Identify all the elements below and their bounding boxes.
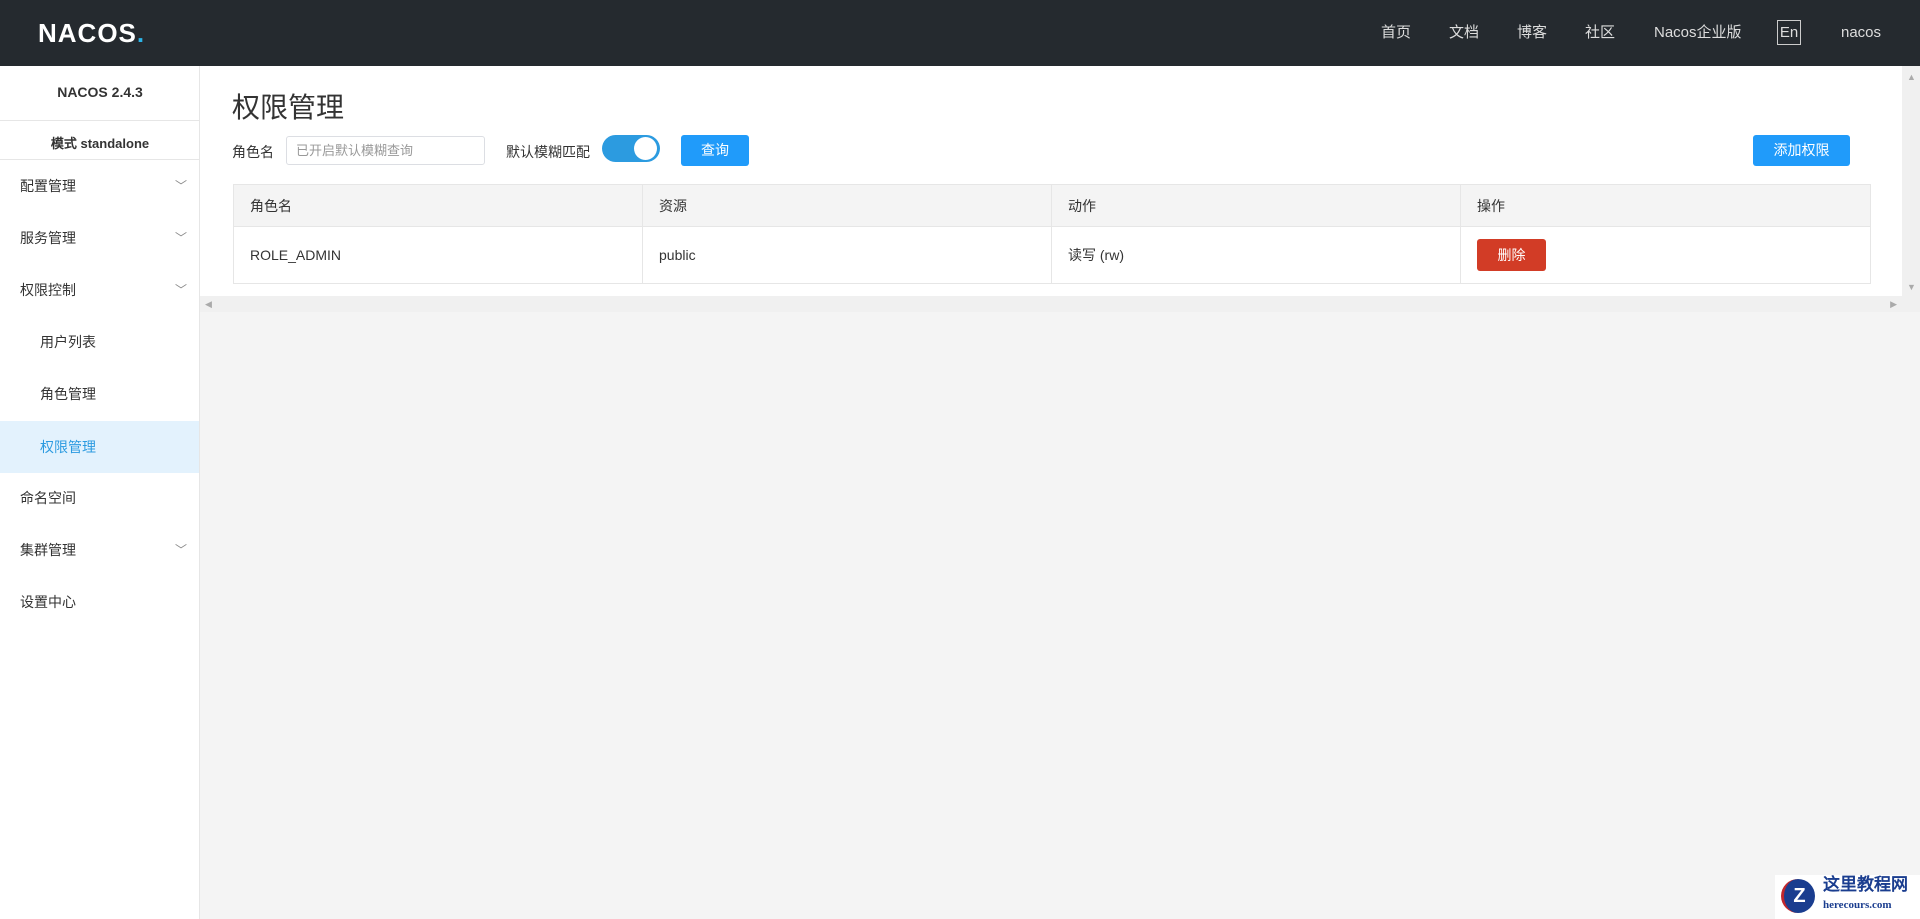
nav-docs[interactable]: 文档 (1449, 0, 1479, 66)
horizontal-scrollbar[interactable]: ◀ ▶ (200, 296, 1902, 312)
scroll-right-icon[interactable]: ▶ (1890, 299, 1897, 310)
fuzzy-match-toggle[interactable] (602, 135, 660, 162)
chevron-down-icon: ﹀ (174, 231, 187, 245)
query-button[interactable]: 查询 (681, 135, 749, 166)
chevron-down-icon: ﹀ (174, 179, 187, 193)
delete-button[interactable]: 删除 (1477, 239, 1546, 271)
chevron-down-icon: ﹀ (174, 283, 187, 297)
scroll-left-icon[interactable]: ◀ (205, 299, 212, 310)
fuzzy-match-label: 默认模糊匹配 (506, 144, 590, 160)
scroll-up-icon[interactable]: ▲ (1907, 72, 1916, 82)
top-header: NACOS. 首页 文档 博客 社区 Nacos企业版 En nacos (0, 0, 1920, 66)
language-toggle[interactable]: En (1777, 20, 1801, 45)
sidebar-item-service[interactable]: 服务管理 ﹀ (0, 212, 199, 264)
toggle-knob (634, 137, 657, 160)
watermark: Z 这里教程网 herecours.com (1775, 875, 1920, 919)
role-name-label: 角色名 (232, 144, 274, 160)
nav-community[interactable]: 社区 (1585, 0, 1615, 66)
sidebar-item-roles[interactable]: 角色管理 (0, 368, 199, 420)
page-title: 权限管理 (232, 92, 345, 123)
sidebar-item-settings[interactable]: 设置中心 (0, 576, 199, 628)
nav-blog[interactable]: 博客 (1517, 0, 1547, 66)
cell-action: 读写 (rw) (1051, 226, 1461, 284)
column-header-action: 动作 (1051, 184, 1461, 227)
version-label: NACOS 2.4.3 (57, 84, 143, 100)
permissions-table: 角色名 资源 动作 操作 ROLE_ADMIN public 读写 (rw) 删… (233, 184, 1871, 284)
nav-enterprise[interactable]: Nacos企业版 (1654, 0, 1742, 66)
nav-home[interactable]: 首页 (1381, 0, 1411, 66)
column-header-resource: 资源 (642, 184, 1052, 227)
table-header-row: 角色名 资源 动作 操作 (233, 184, 1871, 227)
sidebar-item-config[interactable]: 配置管理 ﹀ (0, 160, 199, 212)
sidebar: NACOS 2.4.3 模式 standalone 配置管理 ﹀ 服务管理 ﹀ 权限… (0, 66, 200, 919)
column-header-role: 角色名 (233, 184, 643, 227)
user-menu[interactable]: nacos (1841, 0, 1881, 66)
watermark-url: herecours.com (1823, 899, 1892, 911)
watermark-logo-icon: Z (1781, 879, 1815, 913)
sidebar-item-auth[interactable]: 权限控制 ﹀ (0, 264, 199, 316)
add-permission-button[interactable]: 添加权限 (1753, 135, 1850, 166)
sidebar-item-cluster[interactable]: 集群管理 ﹀ (0, 524, 199, 576)
table-row: ROLE_ADMIN public 读写 (rw) 删除 (233, 226, 1871, 284)
sidebar-item-namespace[interactable]: 命名空间 (0, 472, 199, 524)
sidebar-item-permissions[interactable]: 权限管理 (0, 421, 199, 473)
mode-label: 模式 standalone (50, 136, 150, 151)
watermark-title: 这里教程网 (1823, 875, 1908, 894)
vertical-scrollbar[interactable]: ▲ ▼ (1902, 66, 1920, 312)
role-name-input[interactable]: 已开启默认模糊查询 (286, 136, 485, 165)
sidebar-item-users[interactable]: 用户列表 (0, 316, 199, 368)
divider (0, 120, 200, 121)
chevron-down-icon: ﹀ (174, 543, 187, 557)
scroll-down-icon[interactable]: ▼ (1907, 282, 1916, 292)
cell-resource: public (642, 226, 1052, 284)
column-header-operation: 操作 (1460, 184, 1871, 227)
cell-role: ROLE_ADMIN (233, 226, 643, 284)
nacos-logo[interactable]: NACOS. (38, 18, 145, 49)
